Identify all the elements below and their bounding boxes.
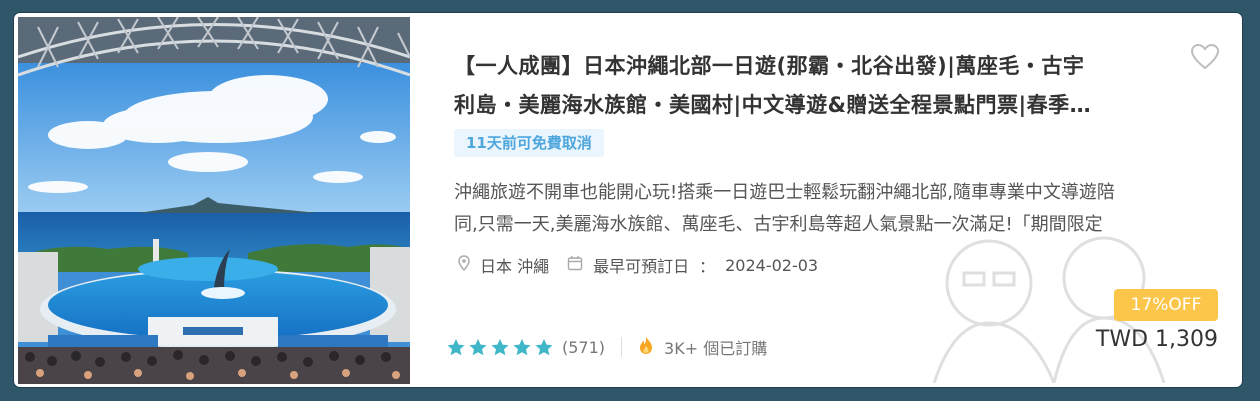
page-frame: 【一人成團】日本沖繩北部一日遊(那霸・北谷出發)|萬座毛・古宇 利島・美麗海水族…: [0, 0, 1260, 401]
earliest-date-label: 最早可預訂日: [593, 257, 690, 276]
map-pin-icon: [458, 255, 470, 275]
star-icon: [469, 338, 487, 355]
product-card[interactable]: 【一人成團】日本沖繩北部一日遊(那霸・北谷出發)|萬座毛・古宇 利島・美麗海水族…: [14, 13, 1242, 387]
star-icon: [513, 338, 531, 355]
star-icon: [447, 338, 465, 355]
star-icon: [535, 338, 553, 355]
description-line-1: 沖繩旅遊不開車也能開心玩!搭乘一日遊巴士輕鬆玩翻沖繩北部,隨車專業中文導遊陪: [454, 182, 1115, 203]
meta-row: 日本 沖繩 最早可預訂日 ： 2024-02-03: [458, 252, 818, 278]
booked-count: 3K+ 個已訂購: [664, 339, 768, 358]
price: TWD 1,309: [1095, 327, 1218, 352]
fire-icon: [638, 335, 654, 359]
rating-count[interactable]: (571): [562, 338, 605, 357]
heart-outline-icon[interactable]: [1190, 43, 1220, 71]
product-title-line-1[interactable]: 【一人成團】日本沖繩北部一日遊(那霸・北谷出發)|萬座毛・古宇: [454, 47, 1154, 86]
product-photo[interactable]: [18, 17, 410, 384]
star-rating: [446, 338, 556, 357]
location-text: 日本 沖繩: [480, 257, 550, 276]
earliest-date-colon: ：: [699, 257, 716, 276]
rating-row: (571) 3K+ 個已訂購: [446, 334, 767, 360]
free-cancellation-tag: 11天前可免費取消: [454, 129, 604, 157]
product-title[interactable]: 【一人成團】日本沖繩北部一日遊(那霸・北谷出發)|萬座毛・古宇 利島・美麗海水族…: [454, 47, 1154, 125]
product-title-line-2[interactable]: 利島・美麗海水族館・美國村|中文導遊&贈送全程景點門票|春季…: [454, 86, 1154, 125]
discount-badge: 17%OFF: [1114, 289, 1218, 321]
star-icon: [491, 338, 509, 355]
aquarium-photo-illustration: [18, 17, 410, 384]
divider: [621, 337, 623, 357]
calendar-icon: [567, 255, 583, 275]
earliest-date-value: 2024-02-03: [725, 255, 819, 275]
